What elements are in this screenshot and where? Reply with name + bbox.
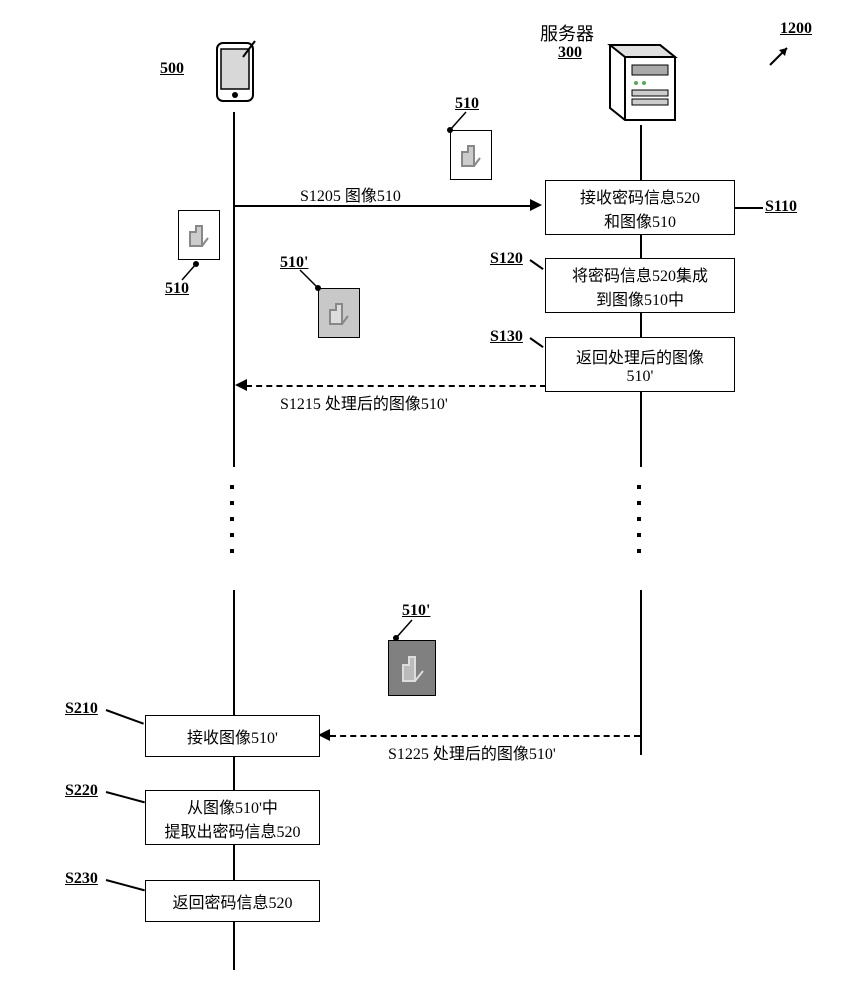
leader-line: [106, 791, 145, 803]
arrow-S1225: [330, 735, 640, 737]
phone-id-label: 500: [160, 60, 184, 78]
image-510p-light: [318, 288, 360, 338]
step-S120-line2: 到图像510中: [596, 286, 684, 310]
server-lifeline: [640, 590, 642, 755]
callout-line-icon: [296, 266, 324, 294]
step-S120-line1: 将密码信息520集成: [572, 262, 708, 286]
step-S130-line2: 510': [627, 368, 654, 386]
step-S230-id: S230: [65, 870, 98, 888]
leader-line: [529, 259, 543, 270]
step-S110-line1: 接收密码信息520: [580, 184, 700, 208]
step-S120-box: 将密码信息520集成 到图像510中: [545, 258, 735, 313]
step-S110-line2: 和图像510: [604, 208, 676, 232]
step-S120-id: S120: [490, 250, 523, 268]
gap-dots: [637, 485, 641, 553]
callout-line-icon: [442, 108, 470, 136]
callout-510-phone: 510: [165, 280, 189, 298]
step-S210-id: S210: [65, 700, 98, 718]
step-S110-id: S110: [765, 198, 797, 216]
step-S110-box: 接收密码信息520 和图像510: [545, 180, 735, 235]
callout-line-icon: [388, 616, 416, 644]
gap-dots: [230, 485, 234, 553]
step-S210-box: 接收图像510': [145, 715, 320, 757]
server-label: 服务器: [540, 20, 594, 46]
step-S220-box: 从图像510'中 提取出密码信息520: [145, 790, 320, 845]
step-S220-line2: 提取出密码信息520: [164, 818, 300, 842]
msg-S1215-label: S1215 处理后的图像510': [280, 390, 448, 414]
arrowhead-icon: [235, 379, 247, 391]
image-510-server: [450, 130, 492, 180]
phone-lifeline: [233, 112, 235, 467]
figure-id-label: 1200: [780, 20, 812, 38]
image-510p-dark: [388, 640, 436, 696]
figure-arrow-icon: [765, 40, 795, 70]
step-S220-id: S220: [65, 782, 98, 800]
arrow-S1215: [246, 385, 546, 387]
server-icon: [600, 25, 690, 125]
step-S130-box: 返回处理后的图像 510': [545, 337, 735, 392]
leader-line: [735, 207, 763, 209]
callout-line-icon: [178, 258, 202, 282]
step-S230-box: 返回密码信息520: [145, 880, 320, 922]
server-id-label: 300: [558, 44, 582, 62]
arrowhead-icon: [530, 199, 542, 211]
image-510-phone: [178, 210, 220, 260]
step-S220-line1: 从图像510'中: [187, 794, 278, 818]
phone-icon: [205, 35, 265, 110]
step-S130-line1: 返回处理后的图像: [576, 344, 704, 368]
step-S210-text: 接收图像510': [187, 724, 278, 748]
msg-S1205-label: S1205 图像510: [300, 182, 401, 206]
step-S230-text: 返回密码信息520: [172, 889, 292, 913]
msg-S1225-label: S1225 处理后的图像510': [388, 740, 556, 764]
leader-line: [529, 337, 543, 348]
step-S130-id: S130: [490, 328, 523, 346]
leader-line: [106, 709, 144, 725]
leader-line: [106, 879, 145, 891]
